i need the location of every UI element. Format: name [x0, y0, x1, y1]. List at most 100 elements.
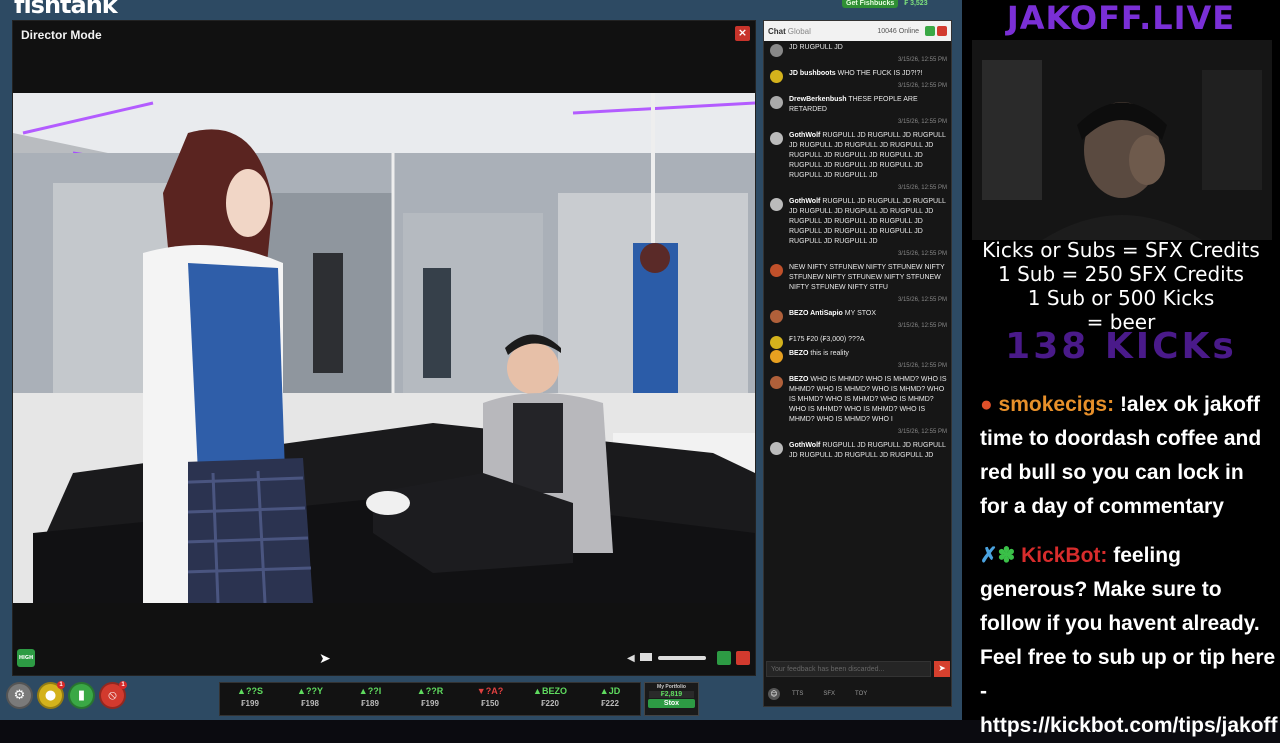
portfolio-value: ₣2,819 — [649, 691, 694, 698]
avatar[interactable] — [770, 264, 783, 277]
chat-message-text: RUGPULL JD RUGPULL JD RUGPULL JD RUGPULL… — [789, 132, 946, 179]
credit-line: 1 Sub or 500 Kicks — [1027, 286, 1215, 310]
credit-info: Kicks or Subs = SFX Credits 1 Sub = 250 … — [962, 238, 1280, 334]
icon-glyph: ▮ — [77, 688, 86, 703]
volume-slider[interactable] — [658, 656, 706, 660]
stock-price: ₣199 — [241, 699, 259, 708]
avatar[interactable] — [770, 70, 783, 83]
chat-username[interactable]: DrewBerkenbush — [789, 96, 847, 103]
chat-message[interactable]: BEZO WHO IS MHMD? WHO IS MHMD? WHO IS MH… — [764, 373, 951, 439]
chat-message-list[interactable]: JD RUGPULL JD 3/15/26, 12:55 PM JD bushboo… — [764, 41, 951, 656]
chat-message[interactable]: DrewBerkenbush THESE PEOPLE ARE RETARDED… — [764, 93, 951, 129]
settings-icon[interactable]: ⚙ — [6, 682, 33, 709]
stox-ticker[interactable]: ▲??S ₣199 ▲??Y ₣198 ▲??I ₣189 ▲??R ₣199 ▼?A? ₣150… — [219, 682, 641, 716]
icon-glyph: ⚙ — [13, 688, 26, 703]
chat-message[interactable]: GothWolf RUGPULL JD RUGPULL JD RUGPULL J… — [764, 195, 951, 261]
chat-message[interactable]: JD bushboots WHO THE FUCK IS JD?!?! 3/15/… — [764, 67, 951, 93]
fishbucks-balance: ₣ 3,523 — [904, 0, 928, 7]
fire-icon: ● — [980, 393, 993, 416]
overlay-username: KickBot: — [1021, 544, 1108, 567]
video-player[interactable] — [13, 93, 755, 603]
stock-symbol: ▲??I — [358, 686, 382, 696]
stock-symbol: ▲BEZO — [533, 686, 567, 696]
chat-username[interactable]: GothWolf — [789, 198, 820, 205]
chat-username[interactable]: GothWolf — [789, 132, 820, 139]
drink-icon[interactable]: ▮ — [68, 682, 95, 709]
stock-symbol: ▲JD — [599, 686, 621, 696]
avatar[interactable] — [770, 96, 783, 109]
avatar[interactable] — [770, 132, 783, 145]
avatar[interactable] — [770, 198, 783, 211]
stock-price: ₣199 — [421, 699, 439, 708]
chat-username[interactable]: BEZO — [789, 376, 808, 383]
chat-message-text: MY STOX — [844, 310, 877, 317]
send-button[interactable]: ➤ — [934, 661, 950, 677]
stock-symbol: ▼?A? — [476, 686, 504, 696]
chat-username[interactable]: GothWolf — [789, 442, 820, 449]
quality-badge[interactable]: HIGH — [17, 649, 35, 667]
coins-icon[interactable]: ● 1 — [37, 681, 65, 709]
chat-tab-sfx[interactable]: SFX — [815, 691, 843, 697]
avatar[interactable] — [770, 310, 783, 323]
top-bar: Get Fishbucks ₣ 3,523 — [842, 0, 928, 8]
picture-in-picture-icon[interactable] — [640, 653, 652, 661]
chat-username[interactable]: JD bushboots — [789, 70, 836, 77]
close-button[interactable]: × — [735, 26, 750, 41]
chat-input[interactable]: Your feedback has been discarded... — [766, 661, 931, 677]
credit-line: Kicks or Subs = SFX Credits — [982, 238, 1260, 262]
chat-timestamp: 3/15/26, 12:55 PM — [897, 297, 947, 303]
no-entry-icon[interactable]: ⦸ 1 — [99, 681, 127, 709]
stock-price: ₣189 — [361, 699, 379, 708]
fishtank-logo[interactable]: fishtank — [14, 0, 118, 19]
director-mode-window: Director Mode × HIGH ➤ ◀ — [12, 20, 756, 676]
avatar[interactable] — [770, 376, 783, 389]
chat-message[interactable]: BEZO AntiSapio MY STOX 3/15/26, 12:55 PM — [764, 307, 951, 333]
fishtank-app: fishtank Get Fishbucks ₣ 3,523 Director … — [0, 0, 962, 720]
chat-title: Chat — [768, 26, 786, 36]
stock-item[interactable]: ▲??Y ₣198 — [280, 683, 340, 715]
chat-message[interactable]: BEZO this is reality 3/15/26, 12:55 PM — [764, 347, 951, 373]
stock-item[interactable]: ▲JD ₣222 — [580, 683, 640, 715]
chat-message-text: NEW NIFTY STFUNEW NIFTY STFUNEW NIFTY ST… — [789, 264, 945, 291]
chat-message-text: WHO THE FUCK IS JD?!?! — [837, 70, 923, 77]
chat-room-label[interactable]: Global — [788, 27, 811, 36]
stock-item[interactable]: ▼?A? ₣150 — [460, 683, 520, 715]
fullscreen-button[interactable] — [717, 651, 731, 665]
stock-item[interactable]: ▲BEZO ₣220 — [520, 683, 580, 715]
brand-title: JAKOFF.LIVE — [1006, 0, 1236, 37]
chat-tab-tts[interactable]: TTS — [784, 691, 811, 697]
chat-username[interactable]: BEZO AntiSapio — [789, 310, 843, 317]
chat-message[interactable]: ₣175 ₣20 (₣3,000) ???A — [764, 333, 951, 349]
chat-message[interactable]: GothWolf RUGPULL JD RUGPULL JD RUGPULL J… — [764, 439, 951, 463]
chat-message-text: WHO IS MHMD? WHO IS MHMD? WHO IS MHMD? W… — [789, 376, 947, 423]
stock-item[interactable]: ▲??S ₣199 — [220, 683, 280, 715]
chat-timestamp: 3/15/26, 12:55 PM — [897, 83, 947, 89]
chat-message[interactable]: NEW NIFTY STFUNEW NIFTY STFUNEW NIFTY ST… — [764, 261, 951, 307]
chat-header: Chat Global 10046 Online — [764, 21, 951, 41]
chat-panel: Chat Global 10046 Online JD RUGPULL JD 3/… — [763, 20, 952, 707]
stox-button[interactable]: Stox — [648, 699, 695, 708]
avatar[interactable] — [770, 350, 783, 363]
volume-icon[interactable]: ◀ — [627, 653, 635, 664]
chat-message[interactable]: GothWolf RUGPULL JD RUGPULL JD RUGPULL J… — [764, 129, 951, 195]
avatar[interactable] — [770, 44, 783, 57]
chat-timestamp: 3/15/26, 12:55 PM — [897, 251, 947, 257]
record-button[interactable] — [736, 651, 750, 665]
chat-username[interactable]: BEZO — [789, 350, 808, 357]
overlay-chat-message: ✗✽ KickBot: feeling generous? Make sure … — [980, 539, 1278, 743]
mouse-cursor-icon: ➤ — [319, 651, 331, 667]
get-fishbucks-button[interactable]: Get Fishbucks — [842, 0, 899, 8]
stock-item[interactable]: ▲??I ₣189 — [340, 683, 400, 715]
chat-message-text: RUGPULL JD RUGPULL JD RUGPULL JD RUGPULL… — [789, 198, 946, 245]
kicks-counter: 138 KICKs — [1005, 326, 1237, 367]
chat-popout-icon[interactable] — [925, 26, 935, 36]
avatar[interactable] — [770, 442, 783, 455]
chat-message[interactable]: JD RUGPULL JD 3/15/26, 12:55 PM — [764, 41, 951, 67]
chat-close-icon[interactable] — [937, 26, 947, 36]
emoji-icon[interactable]: ☺ — [768, 688, 780, 700]
chat-tab-toy[interactable]: TOY — [847, 691, 875, 697]
stock-price: ₣150 — [481, 699, 499, 708]
stock-symbol: ▲??S — [237, 686, 263, 696]
bottom-toolbar: ⚙ ● 1 ▮ ⦸ 1 — [6, 681, 127, 709]
stock-item[interactable]: ▲??R ₣199 — [400, 683, 460, 715]
